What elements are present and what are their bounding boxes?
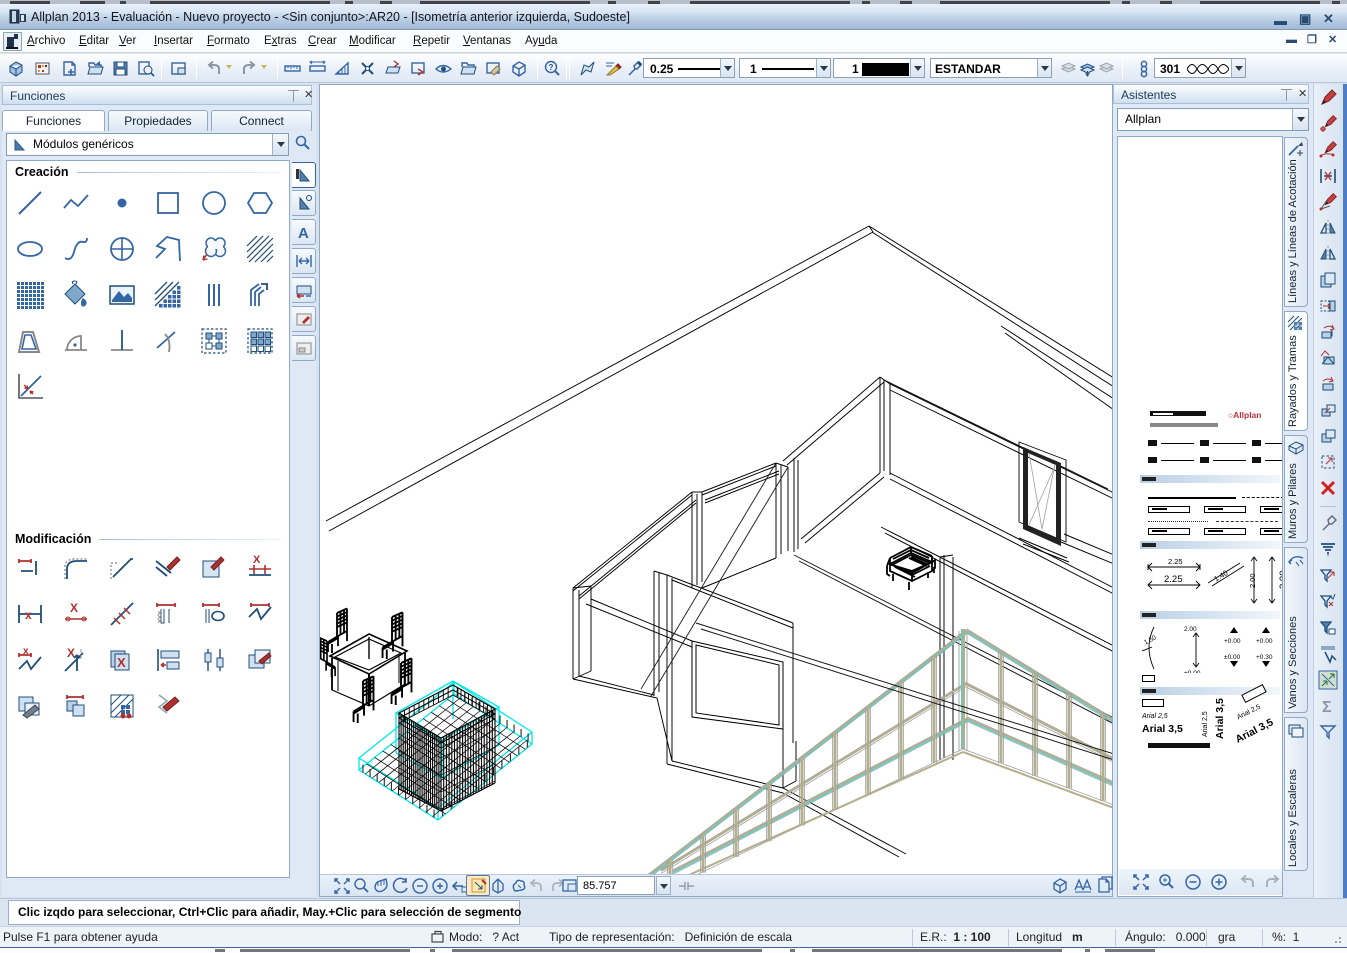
- svg-text:1.50: 1.50: [1143, 634, 1158, 646]
- svg-text:+0.30: +0.30: [1256, 654, 1273, 661]
- svg-text:2.25: 2.25: [1168, 557, 1183, 566]
- svg-text:±0.00: ±0.00: [1224, 654, 1241, 661]
- svg-text:?: ?: [549, 63, 554, 72]
- svg-text:A: A: [298, 225, 309, 242]
- svg-text:X: X: [70, 601, 78, 615]
- svg-text:x: x: [25, 608, 32, 622]
- svg-text:+0.00: +0.00: [1224, 638, 1241, 645]
- svg-text:+0.00: +0.00: [1256, 638, 1273, 645]
- svg-text:2.00: 2.00: [1184, 626, 1197, 633]
- svg-text:x: x: [23, 646, 29, 657]
- svg-text:X: X: [117, 655, 126, 670]
- svg-text:+0.00: +0.00: [1184, 670, 1201, 673]
- svg-text:Σ: Σ: [1322, 699, 1332, 716]
- svg-text:1.40: 1.40: [1212, 568, 1229, 583]
- svg-text:X: X: [67, 646, 75, 660]
- svg-text:2.00: 2.00: [1248, 573, 1257, 588]
- svg-text:2.25: 2.25: [1164, 574, 1183, 585]
- svg-text:2.00: 2.00: [1278, 571, 1283, 590]
- svg-text:X: X: [253, 554, 261, 566]
